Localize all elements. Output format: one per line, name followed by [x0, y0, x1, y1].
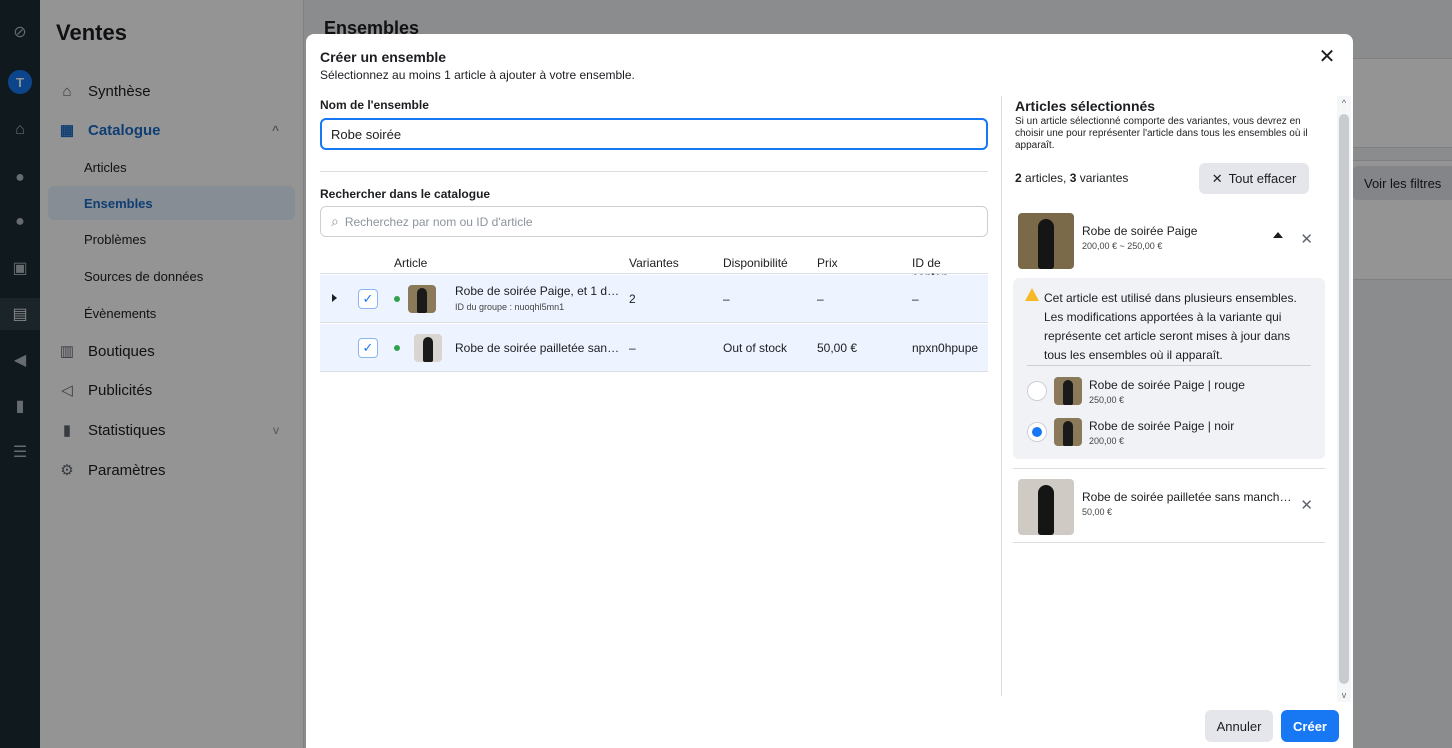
- product-thumbnail: [1018, 479, 1074, 535]
- article-count: 2: [1015, 171, 1022, 185]
- create-set-dialog: Créer un ensemble Sélectionnez au moins …: [306, 34, 1353, 748]
- scroll-down-icon[interactable]: v: [1339, 690, 1349, 700]
- checkmark-icon: ✓: [362, 291, 374, 306]
- scrollbar-thumb[interactable]: [1339, 114, 1349, 684]
- column-header-price[interactable]: Prix: [817, 256, 838, 270]
- set-name-label: Nom de l'ensemble: [320, 98, 429, 112]
- close-icon: ✕: [1211, 170, 1223, 186]
- remove-item-icon[interactable]: ✕: [1300, 230, 1313, 248]
- dialog-subtitle: Sélectionnez au moins 1 article à ajoute…: [320, 68, 635, 82]
- scroll-up-icon[interactable]: ^: [1339, 98, 1349, 108]
- column-header-variants[interactable]: Variantes: [629, 256, 679, 270]
- variant-price: 200,00 €: [1089, 436, 1125, 446]
- selected-item: Robe de soirée Paige 200,00 € ~ 250,00 €…: [1013, 208, 1325, 272]
- cancel-button[interactable]: Annuler: [1205, 710, 1273, 742]
- price: –: [817, 292, 824, 306]
- availability: Out of stock: [723, 341, 788, 355]
- column-header-article[interactable]: Article: [394, 256, 427, 270]
- collapse-caret-icon[interactable]: [1273, 232, 1283, 238]
- row-checkbox[interactable]: ✓: [358, 338, 378, 358]
- selection-count: 2 articles, 3 variantes: [1015, 171, 1128, 185]
- variant-option-black[interactable]: Robe de soirée Paige | noir 200,00 €: [1027, 414, 1317, 450]
- selected-item-price: 50,00 €: [1082, 507, 1113, 517]
- search-icon: ⌕: [331, 213, 339, 229]
- table-row[interactable]: ✓ Robe de soirée Paige, et 1 d… ID du gr…: [320, 275, 988, 323]
- product-name: Robe de soirée pailletée san…: [455, 341, 620, 355]
- table-header: Article Variantes Disponibilité Prix ID …: [320, 250, 988, 284]
- divider: [1027, 365, 1311, 366]
- panel-divider: [1001, 96, 1002, 696]
- divider: [1013, 468, 1325, 469]
- selected-item-price: 200,00 € ~ 250,00 €: [1082, 241, 1163, 251]
- expand-caret-icon[interactable]: [332, 294, 337, 302]
- status-dot: [394, 345, 400, 351]
- set-name-input[interactable]: [320, 118, 988, 150]
- divider: [1013, 542, 1325, 543]
- variant-option-red[interactable]: Robe de soirée Paige | rouge 250,00 €: [1027, 373, 1317, 409]
- variants-count: 2: [629, 292, 636, 306]
- group-id: ID du groupe : nuoqhl5mn1: [455, 302, 565, 312]
- variant-count-label: variantes: [1076, 171, 1129, 185]
- search-input[interactable]: [344, 214, 945, 229]
- variant-radio-selected[interactable]: [1027, 422, 1047, 442]
- create-button[interactable]: Créer: [1281, 710, 1339, 742]
- variant-thumbnail: [1054, 377, 1082, 405]
- search-label: Rechercher dans le catalogue: [320, 187, 491, 201]
- variants-count: –: [629, 341, 636, 355]
- row-checkbox[interactable]: ✓: [358, 289, 378, 309]
- close-icon[interactable]: ✕: [1317, 46, 1337, 68]
- product-thumbnail: [414, 334, 442, 362]
- checkmark-icon: ✓: [362, 340, 374, 355]
- selected-description: Si un article sélectionné comporte des v…: [1015, 116, 1308, 151]
- variant-thumbnail: [1054, 418, 1082, 446]
- product-name: Robe de soirée Paige, et 1 d…: [455, 284, 620, 298]
- availability: –: [723, 292, 730, 306]
- warning-text: Cet article est utilisé dans plusieurs e…: [1044, 291, 1297, 362]
- status-dot: [394, 296, 400, 302]
- product-thumbnail: [1018, 213, 1074, 269]
- variant-price: 250,00 €: [1089, 395, 1125, 405]
- variant-radio[interactable]: [1027, 381, 1047, 401]
- column-header-availability[interactable]: Disponibilité: [723, 256, 788, 270]
- clear-all-button[interactable]: ✕ Tout effacer: [1199, 163, 1309, 194]
- content-id: npxn0hpupe: [912, 341, 979, 355]
- divider: [320, 171, 988, 172]
- selected-item: Robe de soirée pailletée sans manch… 50,…: [1013, 474, 1325, 538]
- warning-panel: Cet article est utilisé dans plusieurs e…: [1013, 278, 1325, 459]
- remove-item-icon[interactable]: ✕: [1300, 496, 1313, 514]
- content-id: –: [912, 292, 919, 306]
- table-row[interactable]: ✓ Robe de soirée pailletée san… – Out of…: [320, 324, 988, 372]
- warning-icon: [1025, 288, 1039, 301]
- selected-title: Articles sélectionnés: [1015, 98, 1156, 114]
- product-thumbnail: [408, 285, 436, 313]
- selected-item-name: Robe de soirée pailletée sans manch…: [1082, 490, 1292, 504]
- search-field[interactable]: ⌕: [320, 206, 988, 237]
- price: 50,00 €: [817, 341, 858, 355]
- clear-all-label: Tout effacer: [1228, 171, 1297, 186]
- variant-name: Robe de soirée Paige | rouge: [1089, 378, 1245, 392]
- selected-item-name: Robe de soirée Paige: [1082, 224, 1198, 238]
- variant-name: Robe de soirée Paige | noir: [1089, 419, 1235, 433]
- dialog-title: Créer un ensemble: [320, 49, 447, 65]
- article-count-label: articles,: [1021, 171, 1070, 185]
